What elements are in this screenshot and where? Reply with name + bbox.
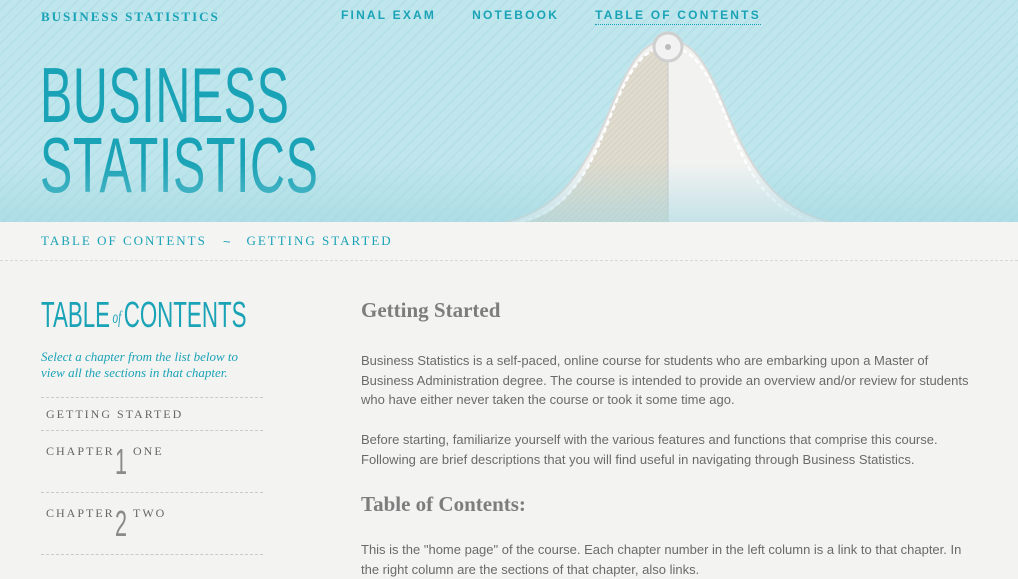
sidebar-title-of: of bbox=[112, 307, 122, 328]
sidebar: TABLE ofCONTENTS Select a chapter from th… bbox=[41, 293, 263, 555]
breadcrumb-table-of-contents[interactable]: TABLE OF CONTENTS bbox=[41, 233, 207, 249]
sidebar-title-part1: TABLE bbox=[41, 294, 111, 335]
toc-paragraph: This is the "home page" of the course. E… bbox=[361, 542, 962, 577]
nav-table-of-contents[interactable]: TABLE OF CONTENTS bbox=[595, 8, 761, 25]
chapter-word: CHAPTER bbox=[46, 444, 115, 458]
page-title: BUSINESS STATISTICS bbox=[40, 51, 319, 209]
sidebar-intro: Select a chapter from the list below to … bbox=[41, 349, 239, 380]
nav-notebook[interactable]: NOTEBOOK bbox=[472, 8, 559, 25]
nav-final-exam[interactable]: FINAL EXAM bbox=[341, 8, 436, 25]
breadcrumb: TABLE OF CONTENTS ~ GETTING STARTED bbox=[0, 222, 1018, 261]
chapter-name: TWO bbox=[133, 506, 167, 520]
features-paragraph: Before starting, familiarize yourself wi… bbox=[361, 432, 938, 467]
chapter-item-1[interactable]: CHAPTER 1 ONE bbox=[41, 430, 263, 492]
sidebar-title-part2: CONTENTS bbox=[123, 294, 247, 335]
chapter-number: 1 bbox=[115, 441, 128, 482]
breadcrumb-separator: ~ bbox=[222, 233, 231, 249]
chapter-name: ONE bbox=[133, 444, 164, 458]
intro-paragraph: Business Statistics is a self-paced, onl… bbox=[361, 353, 969, 407]
top-nav: FINAL EXAM NOTEBOOK TABLE OF CONTENTS bbox=[341, 8, 797, 25]
chapter-number: 2 bbox=[115, 503, 128, 544]
page-title-line2: STATISTICS bbox=[40, 121, 319, 209]
chapter-item-2[interactable]: CHAPTER 2 TWO bbox=[41, 492, 263, 555]
section-heading: Getting Started bbox=[361, 298, 501, 322]
breadcrumb-getting-started[interactable]: GETTING STARTED bbox=[246, 233, 392, 249]
main-content: Getting Started Business Statistics is a… bbox=[361, 298, 981, 577]
page-title-line1: BUSINESS bbox=[40, 51, 290, 139]
chapter-word: CHAPTER bbox=[46, 506, 115, 520]
site-name[interactable]: BUSINESS STATISTICS bbox=[41, 9, 220, 25]
chapter-item-getting-started[interactable]: GETTING STARTED bbox=[41, 397, 263, 430]
chapter-list: GETTING STARTED CHAPTER 1 ONE CHAPTER 2 … bbox=[41, 397, 263, 555]
sidebar-title: TABLE ofCONTENTS bbox=[41, 293, 246, 337]
toc-heading: Table of Contents: bbox=[361, 492, 526, 516]
header-banner: BUSINESS STATISTICS FINAL EXAM NOTEBOOK … bbox=[0, 0, 1018, 222]
